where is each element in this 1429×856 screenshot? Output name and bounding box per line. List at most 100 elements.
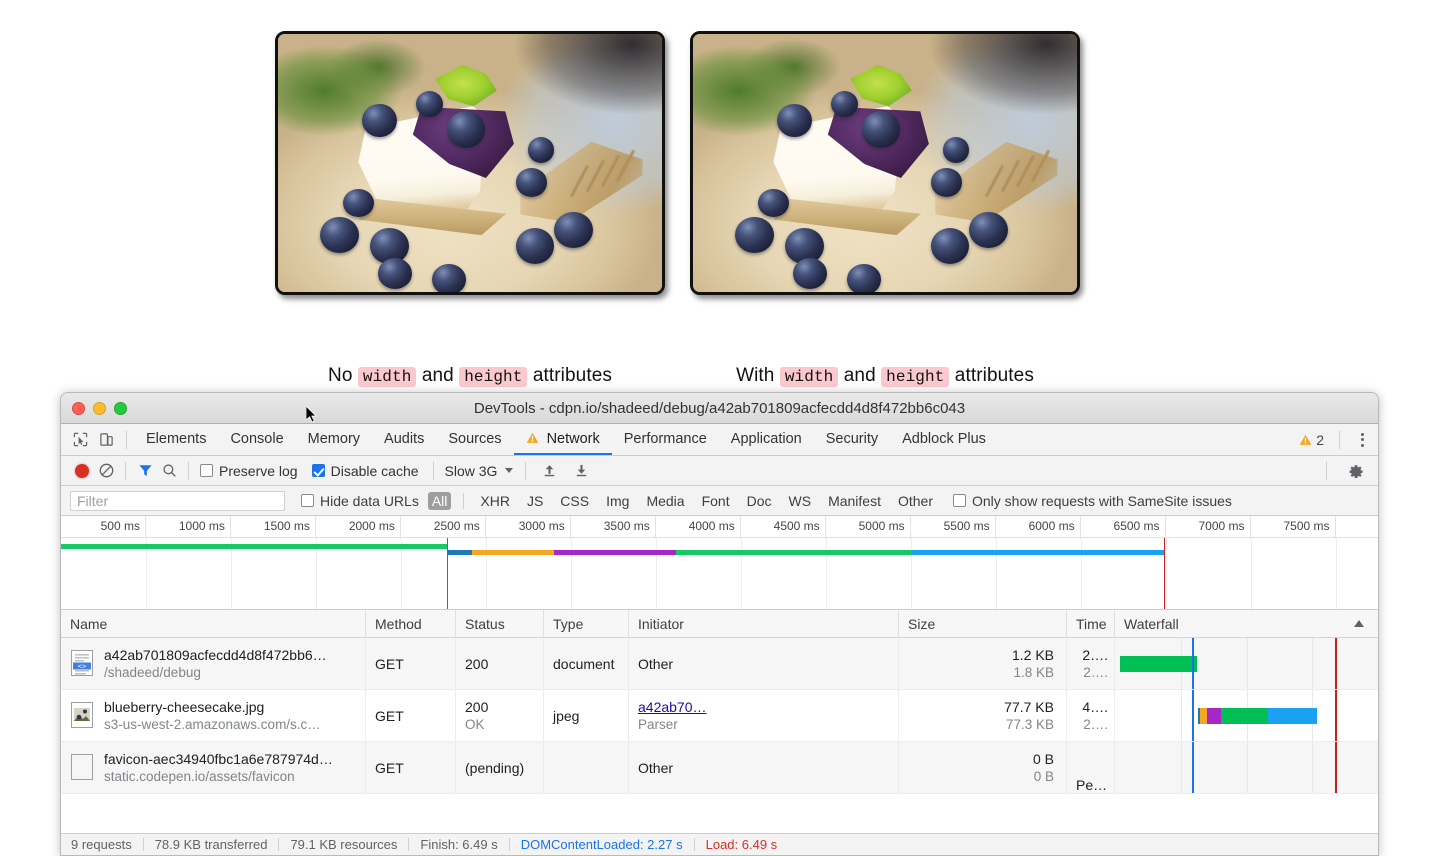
- filter-type-all[interactable]: All: [428, 492, 452, 510]
- status-transferred: 78.9 KB transferred: [144, 837, 279, 852]
- waterfall-marker-load: [1335, 638, 1337, 689]
- column-header-status[interactable]: Status: [456, 610, 544, 638]
- hide-data-urls-checkbox[interactable]: Hide data URLs: [301, 493, 419, 509]
- overview-gridline: [1336, 538, 1337, 609]
- divider: [125, 462, 126, 480]
- timeline-tick: 4000 ms: [656, 516, 741, 538]
- column-header-size[interactable]: Size: [899, 610, 1067, 638]
- warning-count-badge[interactable]: 2: [1299, 432, 1324, 448]
- window-controls[interactable]: [72, 402, 127, 415]
- samesite-issues-checkbox[interactable]: Only show requests with SameSite issues: [953, 493, 1232, 509]
- waterfall-gridline: [1181, 690, 1182, 741]
- filter-type-js[interactable]: JS: [523, 492, 547, 510]
- device-toolbar-icon[interactable]: [93, 427, 119, 453]
- caption-prefix: With: [736, 365, 774, 386]
- cell-waterfall: [1115, 690, 1378, 741]
- filter-type-manifest[interactable]: Manifest: [824, 492, 885, 510]
- cell-method-value: GET: [375, 708, 404, 724]
- tab-adblock-plus[interactable]: Adblock Plus: [890, 424, 998, 455]
- timeline-tick: 500 ms: [61, 516, 146, 538]
- minimize-button[interactable]: [93, 402, 106, 415]
- tab-elements[interactable]: Elements: [134, 424, 218, 455]
- tab-security[interactable]: Security: [814, 424, 890, 455]
- column-header-time[interactable]: Time: [1067, 610, 1115, 638]
- column-header-waterfall[interactable]: Waterfall: [1115, 610, 1378, 638]
- checkbox-box[interactable]: [200, 464, 213, 477]
- filter-type-other[interactable]: Other: [894, 492, 937, 510]
- column-header-method[interactable]: Method: [366, 610, 456, 638]
- search-icon[interactable]: [157, 459, 181, 483]
- cell-size-sub: 77.3 KB: [1006, 717, 1054, 732]
- devtools-tabbar: Elements Console Memory Audits Sources N…: [61, 424, 1378, 456]
- requests-table-body: <>a42ab701809acfecdd4d8f472bb6…/shadeed/…: [61, 638, 1378, 794]
- checkbox-box[interactable]: [953, 494, 966, 507]
- inspect-icon[interactable]: [67, 427, 93, 453]
- request-path: /shadeed/debug: [104, 665, 327, 680]
- cell-time-sub: 2….: [1083, 717, 1108, 732]
- network-overview-chart[interactable]: [61, 538, 1378, 610]
- filter-icon[interactable]: [133, 459, 157, 483]
- filter-input[interactable]: Filter: [70, 491, 285, 511]
- record-button[interactable]: [70, 459, 94, 483]
- tab-memory[interactable]: Memory: [296, 424, 372, 455]
- import-har-icon[interactable]: [537, 459, 561, 483]
- cell-size: 0 B0 B: [899, 742, 1067, 793]
- cell-name[interactable]: blueberry-cheesecake.jpgs3-us-west-2.ama…: [61, 690, 366, 741]
- cell-initiator: Other: [629, 742, 899, 793]
- cell-name[interactable]: <>a42ab701809acfecdd4d8f472bb6…/shadeed/…: [61, 638, 366, 689]
- clear-button[interactable]: [94, 459, 118, 483]
- cell-time: 4….2….: [1067, 690, 1115, 741]
- toolbar-right-controls: [1319, 459, 1368, 483]
- cell-initiator-value: Other: [638, 760, 673, 776]
- preserve-log-checkbox[interactable]: Preserve log: [200, 463, 298, 479]
- divider: [1339, 431, 1340, 449]
- disable-cache-checkbox[interactable]: Disable cache: [312, 463, 419, 479]
- table-row[interactable]: favicon-aec34940fbc1a6e787974d…static.co…: [61, 742, 1378, 794]
- column-header-initiator[interactable]: Initiator: [629, 610, 899, 638]
- cell-time-value: Pe…: [1076, 777, 1107, 793]
- network-filterbar: Filter Hide data URLs All XHR JS CSS Img…: [61, 486, 1378, 516]
- maximize-button[interactable]: [114, 402, 127, 415]
- tab-sources[interactable]: Sources: [436, 424, 513, 455]
- caption-code-height: height: [881, 367, 949, 387]
- sort-ascending-icon[interactable]: [1354, 620, 1364, 627]
- filter-type-xhr[interactable]: XHR: [476, 492, 514, 510]
- cheesecake-image-1: [275, 31, 665, 295]
- filter-type-doc[interactable]: Doc: [743, 492, 776, 510]
- column-header-type[interactable]: Type: [544, 610, 629, 638]
- table-row[interactable]: <>a42ab701809acfecdd4d8f472bb6…/shadeed/…: [61, 638, 1378, 690]
- filter-type-media[interactable]: Media: [642, 492, 688, 510]
- kebab-menu-icon[interactable]: [1355, 433, 1370, 447]
- filter-type-font[interactable]: Font: [698, 492, 734, 510]
- table-row[interactable]: blueberry-cheesecake.jpgs3-us-west-2.ama…: [61, 690, 1378, 742]
- export-har-icon[interactable]: [569, 459, 593, 483]
- cell-status-sub: OK: [465, 717, 485, 732]
- cell-type: [544, 742, 629, 793]
- tab-application[interactable]: Application: [719, 424, 814, 455]
- filter-type-ws[interactable]: WS: [785, 492, 816, 510]
- filter-type-css[interactable]: CSS: [556, 492, 593, 510]
- chevron-down-icon[interactable]: [505, 468, 513, 473]
- cell-name[interactable]: favicon-aec34940fbc1a6e787974d…static.co…: [61, 742, 366, 793]
- column-header-name[interactable]: Name: [61, 610, 366, 638]
- checkbox-box[interactable]: [312, 464, 325, 477]
- cell-size: 77.7 KB77.3 KB: [899, 690, 1067, 741]
- tab-console[interactable]: Console: [218, 424, 295, 455]
- photo-background: [278, 34, 662, 292]
- tab-network[interactable]: Network: [514, 424, 612, 455]
- mint-leaf-garnish: [435, 65, 496, 106]
- tab-audits[interactable]: Audits: [372, 424, 436, 455]
- waterfall-gridline: [1247, 742, 1248, 793]
- overview-gridline: [741, 538, 742, 609]
- filter-type-img[interactable]: Img: [602, 492, 633, 510]
- settings-gear-icon[interactable]: [1344, 459, 1368, 483]
- close-button[interactable]: [72, 402, 85, 415]
- cell-method: GET: [366, 742, 456, 793]
- cell-initiator-value[interactable]: a42ab70…: [638, 699, 707, 715]
- tab-label: Security: [826, 431, 878, 447]
- devtools-window: DevTools - cdpn.io/shadeed/debug/a42ab70…: [60, 392, 1379, 856]
- timeline-tick: 6500 ms: [1081, 516, 1166, 538]
- throttle-select[interactable]: Slow 3G: [445, 463, 514, 479]
- checkbox-box[interactable]: [301, 494, 314, 507]
- tab-performance[interactable]: Performance: [612, 424, 719, 455]
